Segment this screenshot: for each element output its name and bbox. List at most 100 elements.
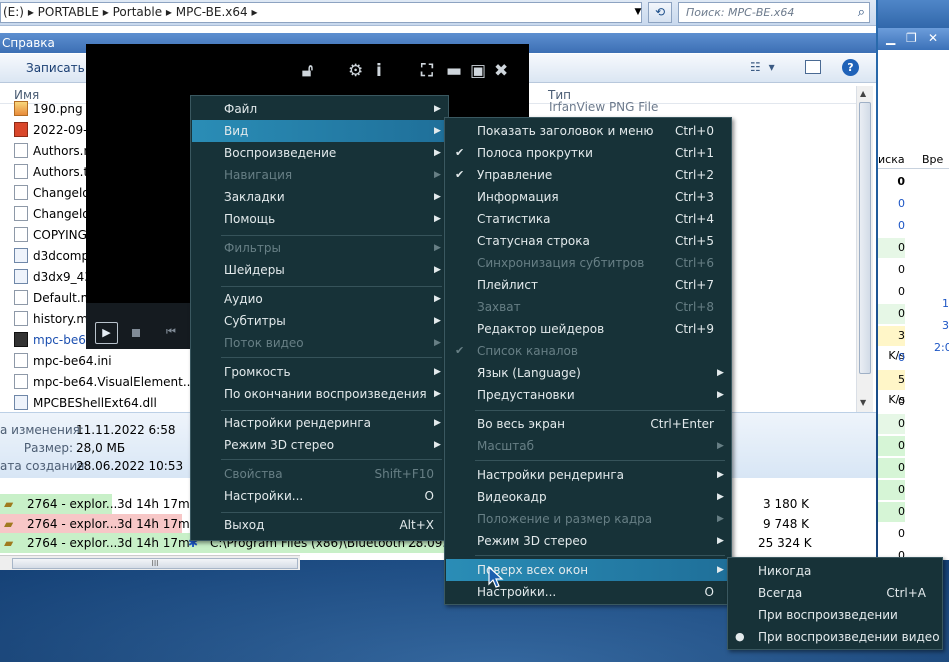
help-icon[interactable]: ? xyxy=(842,59,859,76)
previous-button[interactable]: ⏮ xyxy=(166,326,176,338)
scroll-thumb[interactable]: III xyxy=(12,558,298,569)
scroll-down-icon[interactable]: ▼ xyxy=(860,398,866,407)
menu-item[interactable]: Настройки рендеринга ▶ xyxy=(446,464,732,486)
minimize-icon[interactable]: ▬ xyxy=(446,61,462,81)
list-item[interactable]: mpc-be64.VisualElement... xyxy=(14,372,194,393)
list-item[interactable]: 2022-09-1 xyxy=(14,120,95,141)
menu-item[interactable]: Помощь ▶ xyxy=(192,208,449,230)
address-dropdown-icon[interactable]: ▼ xyxy=(630,2,646,23)
list-item[interactable]: Changelo xyxy=(14,204,90,225)
menu-item[interactable]: Громкость ▶ xyxy=(192,361,449,383)
list-item[interactable]: Authors.n xyxy=(14,141,91,162)
menu-item[interactable]: ● При воспроизведении видео xyxy=(729,626,943,648)
menu-item[interactable]: Всегда Ctrl+A xyxy=(729,582,943,604)
play-button[interactable]: ▶ xyxy=(95,322,118,344)
search-icon[interactable]: ⌕ xyxy=(858,3,865,22)
menu-item[interactable]: Режим 3D стерео ▶ xyxy=(446,530,732,552)
menu-item[interactable]: Видеокадр ▶ xyxy=(446,486,732,508)
menu-item[interactable]: Никогда xyxy=(729,560,943,582)
vertical-scrollbar[interactable]: ▲ ▼ xyxy=(856,86,873,412)
submenu-arrow-icon: ▶ xyxy=(434,367,441,377)
close-icon[interactable]: ✕ xyxy=(928,31,938,45)
menu-separator xyxy=(221,410,442,411)
submenu-arrow-icon: ▶ xyxy=(434,316,441,326)
fullscreen-icon[interactable]: ⛶ xyxy=(421,61,433,81)
refresh-icon[interactable]: ⟲ xyxy=(648,2,672,23)
mouse-cursor-icon xyxy=(488,566,504,588)
list-item[interactable]: Changelo xyxy=(14,183,90,204)
menu-item[interactable]: Информация Ctrl+3 xyxy=(446,186,732,208)
list-item[interactable]: d3dcomp xyxy=(14,246,89,267)
column-time[interactable]: Вре xyxy=(922,151,943,169)
menu-item[interactable]: Аудио ▶ xyxy=(192,288,449,310)
minimize-icon[interactable]: ▁ xyxy=(886,31,895,45)
menu-shortcut: Ctrl+3 xyxy=(674,190,714,204)
menu-item[interactable]: Воспроизведение ▶ xyxy=(192,142,449,164)
address-part-drive[interactable]: (E:) xyxy=(3,5,24,19)
maximize-icon[interactable]: ▣ xyxy=(470,61,486,81)
submenu-always-on-top: Никогда Всегда Ctrl+A При воспроизведении ● П… xyxy=(727,557,943,650)
list-item[interactable]: COPYING xyxy=(14,225,87,246)
address-input[interactable]: (E:) ▸ PORTABLE ▸ Portable ▸ MPC-BE.x64 … xyxy=(0,2,642,23)
list-item[interactable]: history.m xyxy=(14,309,88,330)
list-item[interactable]: Authors.tx xyxy=(14,162,95,183)
menu-shortcut: Shift+F10 xyxy=(374,467,434,481)
menu-item[interactable]: Язык (Language) ▶ xyxy=(446,362,732,384)
exe-icon xyxy=(14,332,28,347)
horizontal-scrollbar[interactable]: III xyxy=(0,555,300,570)
restore-icon[interactable]: ❐ xyxy=(906,31,917,45)
menu-item[interactable]: Шейдеры ▶ xyxy=(192,259,449,281)
menu-item[interactable]: По окончании воспроизведения ▶ xyxy=(192,383,449,405)
menu-item: Свойства Shift+F10 xyxy=(192,463,449,485)
detail-value: 28,0 МБ xyxy=(76,441,126,455)
menu-item[interactable]: Вид ▶ xyxy=(192,120,449,142)
preview-pane-icon[interactable] xyxy=(805,60,821,74)
column-disk[interactable]: иска xyxy=(878,151,905,169)
menu-item[interactable]: Статистика Ctrl+4 xyxy=(446,208,732,230)
menu-item[interactable]: Плейлист Ctrl+7 xyxy=(446,274,732,296)
list-item[interactable]: mpc-be64.ini xyxy=(14,351,112,372)
address-bar: (E:) ▸ PORTABLE ▸ Portable ▸ MPC-BE.x64 … xyxy=(0,0,876,26)
menu-shortcut: Ctrl+6 xyxy=(674,256,714,270)
gear-icon[interactable]: ⚙ xyxy=(348,61,363,81)
menu-item[interactable]: При воспроизведении xyxy=(729,604,943,626)
info-icon[interactable]: i xyxy=(376,61,382,81)
menu-item[interactable]: Файл ▶ xyxy=(192,98,449,120)
process-time: 3d 14h 17m xyxy=(117,497,190,511)
document-icon xyxy=(14,164,28,179)
list-item[interactable]: mpc-be64 xyxy=(14,330,94,351)
menu-item-label: Воспроизведение xyxy=(224,146,337,160)
list-item[interactable]: d3dx9_43. xyxy=(14,267,96,288)
address-part-portable2[interactable]: Portable xyxy=(113,5,162,19)
scroll-thumb[interactable] xyxy=(859,102,871,374)
menu-help[interactable]: Справка xyxy=(2,36,55,50)
menu-item[interactable]: ✔ Полоса прокрутки Ctrl+1 xyxy=(446,142,732,164)
menu-item-label: Настройки рендеринга xyxy=(224,416,372,430)
scroll-up-icon[interactable]: ▲ xyxy=(860,89,866,98)
detail-value: 28.06.2022 10:53 xyxy=(76,459,184,473)
menu-item[interactable]: Предустановки ▶ xyxy=(446,384,732,406)
address-part-portable[interactable]: PORTABLE xyxy=(38,5,99,19)
list-item[interactable]: 190.png xyxy=(14,99,83,120)
menu-item[interactable]: Настройки рендеринга ▶ xyxy=(192,412,449,434)
menu-item[interactable]: Режим 3D стерео ▶ xyxy=(192,434,449,456)
menu-item[interactable]: ✔ Управление Ctrl+2 xyxy=(446,164,732,186)
unlock-icon[interactable]: 🔓︎ xyxy=(302,61,313,81)
stop-button[interactable] xyxy=(132,329,140,337)
menu-item[interactable]: Во весь экран Ctrl+Enter xyxy=(446,413,732,435)
list-item[interactable]: MPCBEShellExt64.dll xyxy=(14,393,157,414)
menu-item[interactable]: Субтитры ▶ xyxy=(192,310,449,332)
views-icon[interactable]: ☷ ▾ xyxy=(750,60,777,74)
folder-icon: ▰ xyxy=(4,517,14,531)
close-icon[interactable]: ✖ xyxy=(494,61,508,81)
menu-item[interactable]: Выход Alt+X xyxy=(192,514,449,536)
search-input[interactable]: Поиск: MPC-BE.x64 ⌕ xyxy=(678,2,870,23)
address-part-mpc[interactable]: MPC-BE.x64 xyxy=(176,5,248,19)
menu-item[interactable]: Показать заголовок и меню Ctrl+0 xyxy=(446,120,732,142)
menu-item[interactable]: Статусная строка Ctrl+5 xyxy=(446,230,732,252)
menu-item[interactable]: Настройки... O xyxy=(192,485,449,507)
menu-item[interactable]: Редактор шейдеров Ctrl+9 xyxy=(446,318,732,340)
table-cell: 0 xyxy=(898,527,905,540)
list-item[interactable]: Default.m xyxy=(14,288,92,309)
menu-item[interactable]: Закладки ▶ xyxy=(192,186,449,208)
